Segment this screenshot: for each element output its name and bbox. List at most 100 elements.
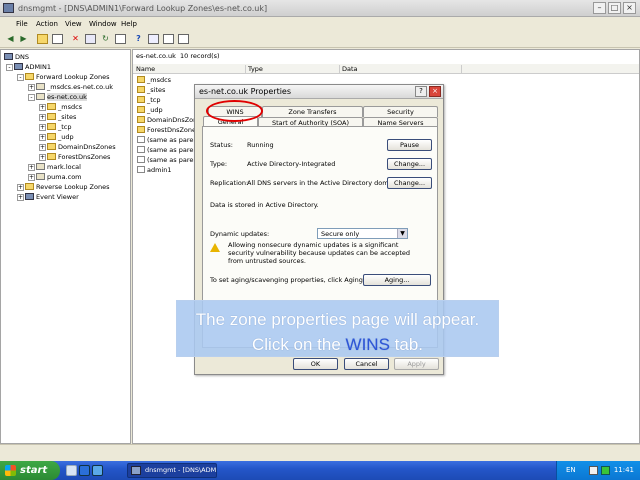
expand-icon[interactable]: + [39, 104, 46, 111]
collapse-icon[interactable]: - [17, 74, 24, 81]
caption-part-1: The zone properties page will appear. Cl… [195, 310, 480, 354]
delete-icon[interactable]: ✕ [70, 34, 81, 44]
cancel-button[interactable]: Cancel [344, 358, 389, 370]
ok-button[interactable]: OK [293, 358, 338, 370]
chevron-down-icon[interactable]: ▼ [397, 229, 407, 238]
help-button[interactable]: ? [415, 86, 427, 97]
dialog-close-button[interactable]: × [429, 86, 441, 97]
taskbar-button-dnsmgmt[interactable]: dnsmgmt - [DNS\ADM... [127, 463, 217, 478]
language-indicator[interactable]: EN [566, 466, 576, 474]
close-icon[interactable]: × [623, 2, 636, 14]
windows-explorer-icon[interactable] [92, 465, 103, 476]
minimize-icon[interactable]: – [593, 2, 606, 14]
folder-icon [137, 96, 145, 103]
pause-button[interactable]: Pause [387, 139, 432, 151]
tree-node-mark-local[interactable]: + mark.local [28, 162, 81, 172]
change-replication-button[interactable]: Change... [387, 177, 432, 189]
menu-view[interactable]: View [65, 20, 82, 28]
expand-icon[interactable]: + [17, 184, 24, 191]
collapse-icon[interactable]: - [28, 94, 35, 101]
list-item[interactable]: _udp [137, 105, 163, 115]
new-host-icon[interactable] [178, 34, 189, 44]
aging-instruction: To set aging/scavenging properties, clic… [210, 276, 365, 284]
properties-icon[interactable] [85, 34, 96, 44]
expand-icon[interactable]: + [28, 174, 35, 181]
back-arrow-icon[interactable]: ◀ [5, 34, 16, 44]
new-record-icon[interactable] [163, 34, 174, 44]
tab-security[interactable]: Security [363, 106, 438, 117]
expand-icon[interactable]: + [28, 164, 35, 171]
forward-arrow-icon[interactable]: ▶ [18, 34, 29, 44]
tree-node-reverse-lookup-zones[interactable]: + Reverse Lookup Zones [17, 182, 109, 192]
list-item[interactable]: (same as parent [137, 145, 200, 155]
tree-node-puma-com[interactable]: + puma.com [28, 172, 82, 182]
list-item[interactable]: _msdcs [137, 75, 171, 85]
show-desktop-icon[interactable] [66, 465, 77, 476]
console-icon[interactable] [148, 34, 159, 44]
tree-node-udp[interactable]: + _udp [39, 132, 74, 142]
network-icon[interactable] [589, 466, 598, 475]
tree-node-forestdnszones[interactable]: + ForestDnsZones [39, 152, 110, 162]
event-viewer-icon [25, 193, 34, 200]
list-item[interactable]: _sites [137, 85, 165, 95]
menu-file[interactable]: File [16, 20, 28, 28]
start-button[interactable]: start [0, 461, 60, 480]
tree-node-es-net-zone[interactable]: - es-net.co.uk [28, 92, 87, 102]
list-item[interactable]: (same as parent [137, 135, 200, 145]
expand-icon[interactable]: + [28, 84, 35, 91]
menu-window[interactable]: Window [89, 20, 117, 28]
internet-explorer-icon[interactable] [79, 465, 90, 476]
list-item[interactable]: (same as parent [137, 155, 200, 165]
tree-node-tcp[interactable]: + _tcp [39, 122, 72, 132]
list-item-label: _udp [147, 106, 163, 114]
tree-node-msdcs-zone[interactable]: + _msdcs.es-net.co.uk [28, 82, 113, 92]
change-type-button[interactable]: Change... [387, 158, 432, 170]
menu-action[interactable]: Action [36, 20, 58, 28]
refresh-icon[interactable]: ↻ [100, 34, 111, 44]
list-item[interactable]: ForestDnsZones [137, 125, 199, 135]
record-icon [137, 136, 145, 143]
dns-icon [4, 53, 13, 60]
tree-node-dns[interactable]: DNS [4, 52, 29, 62]
expand-icon[interactable]: + [39, 144, 46, 151]
expand-icon[interactable]: + [17, 194, 24, 201]
tree-node-sites[interactable]: + _sites [39, 112, 76, 122]
expand-icon[interactable]: + [39, 134, 46, 141]
maximize-icon[interactable]: □ [608, 2, 621, 14]
record-icon [137, 146, 145, 153]
help-icon[interactable]: ? [133, 34, 144, 44]
security-shield-icon[interactable] [601, 466, 610, 475]
tree-node-msdcs[interactable]: + _msdcs [39, 102, 82, 112]
show-tree-icon[interactable] [52, 34, 63, 44]
expand-icon[interactable]: + [39, 124, 46, 131]
expand-icon[interactable]: + [39, 114, 46, 121]
collapse-icon[interactable]: - [6, 64, 13, 71]
tree-node-domaindnszones[interactable]: + DomainDnsZones [39, 142, 116, 152]
tree-node-label: _msdcs [58, 103, 83, 111]
column-data[interactable]: Data [342, 65, 462, 74]
tree-node-admin1[interactable]: - ADMIN1 [6, 62, 51, 72]
tree-node-label: es-net.co.uk [47, 93, 87, 101]
up-folder-icon[interactable] [37, 34, 48, 44]
column-name[interactable]: Name [136, 65, 246, 74]
zone-icon [36, 173, 45, 180]
tree-node-event-viewer[interactable]: + Event Viewer [17, 192, 79, 202]
tree-node-forward-lookup-zones[interactable]: - Forward Lookup Zones [17, 72, 109, 82]
column-type[interactable]: Type [248, 65, 340, 74]
apply-button[interactable]: Apply [394, 358, 439, 370]
list-item[interactable]: admin1 [137, 165, 172, 175]
clock[interactable]: 11:41 [614, 466, 634, 474]
tree-node-label: ADMIN1 [25, 63, 51, 71]
window-title: dnsmgmt - [DNS\ADMIN1\Forward Lookup Zon… [18, 4, 268, 13]
aging-button[interactable]: Aging... [363, 274, 431, 286]
export-list-icon[interactable] [115, 34, 126, 44]
mmc-app-icon [131, 466, 141, 475]
folder-icon [137, 76, 145, 83]
list-item[interactable]: _tcp [137, 95, 161, 105]
dynamic-updates-select[interactable]: Secure only ▼ [317, 228, 408, 239]
expand-icon[interactable]: + [39, 154, 46, 161]
details-header: es-net.co.uk 10 record(s) [133, 50, 639, 62]
tab-zone-transfers[interactable]: Zone Transfers [262, 106, 363, 117]
menu-help[interactable]: Help [121, 20, 137, 28]
storage-note: Data is stored in Active Directory. [210, 201, 319, 209]
